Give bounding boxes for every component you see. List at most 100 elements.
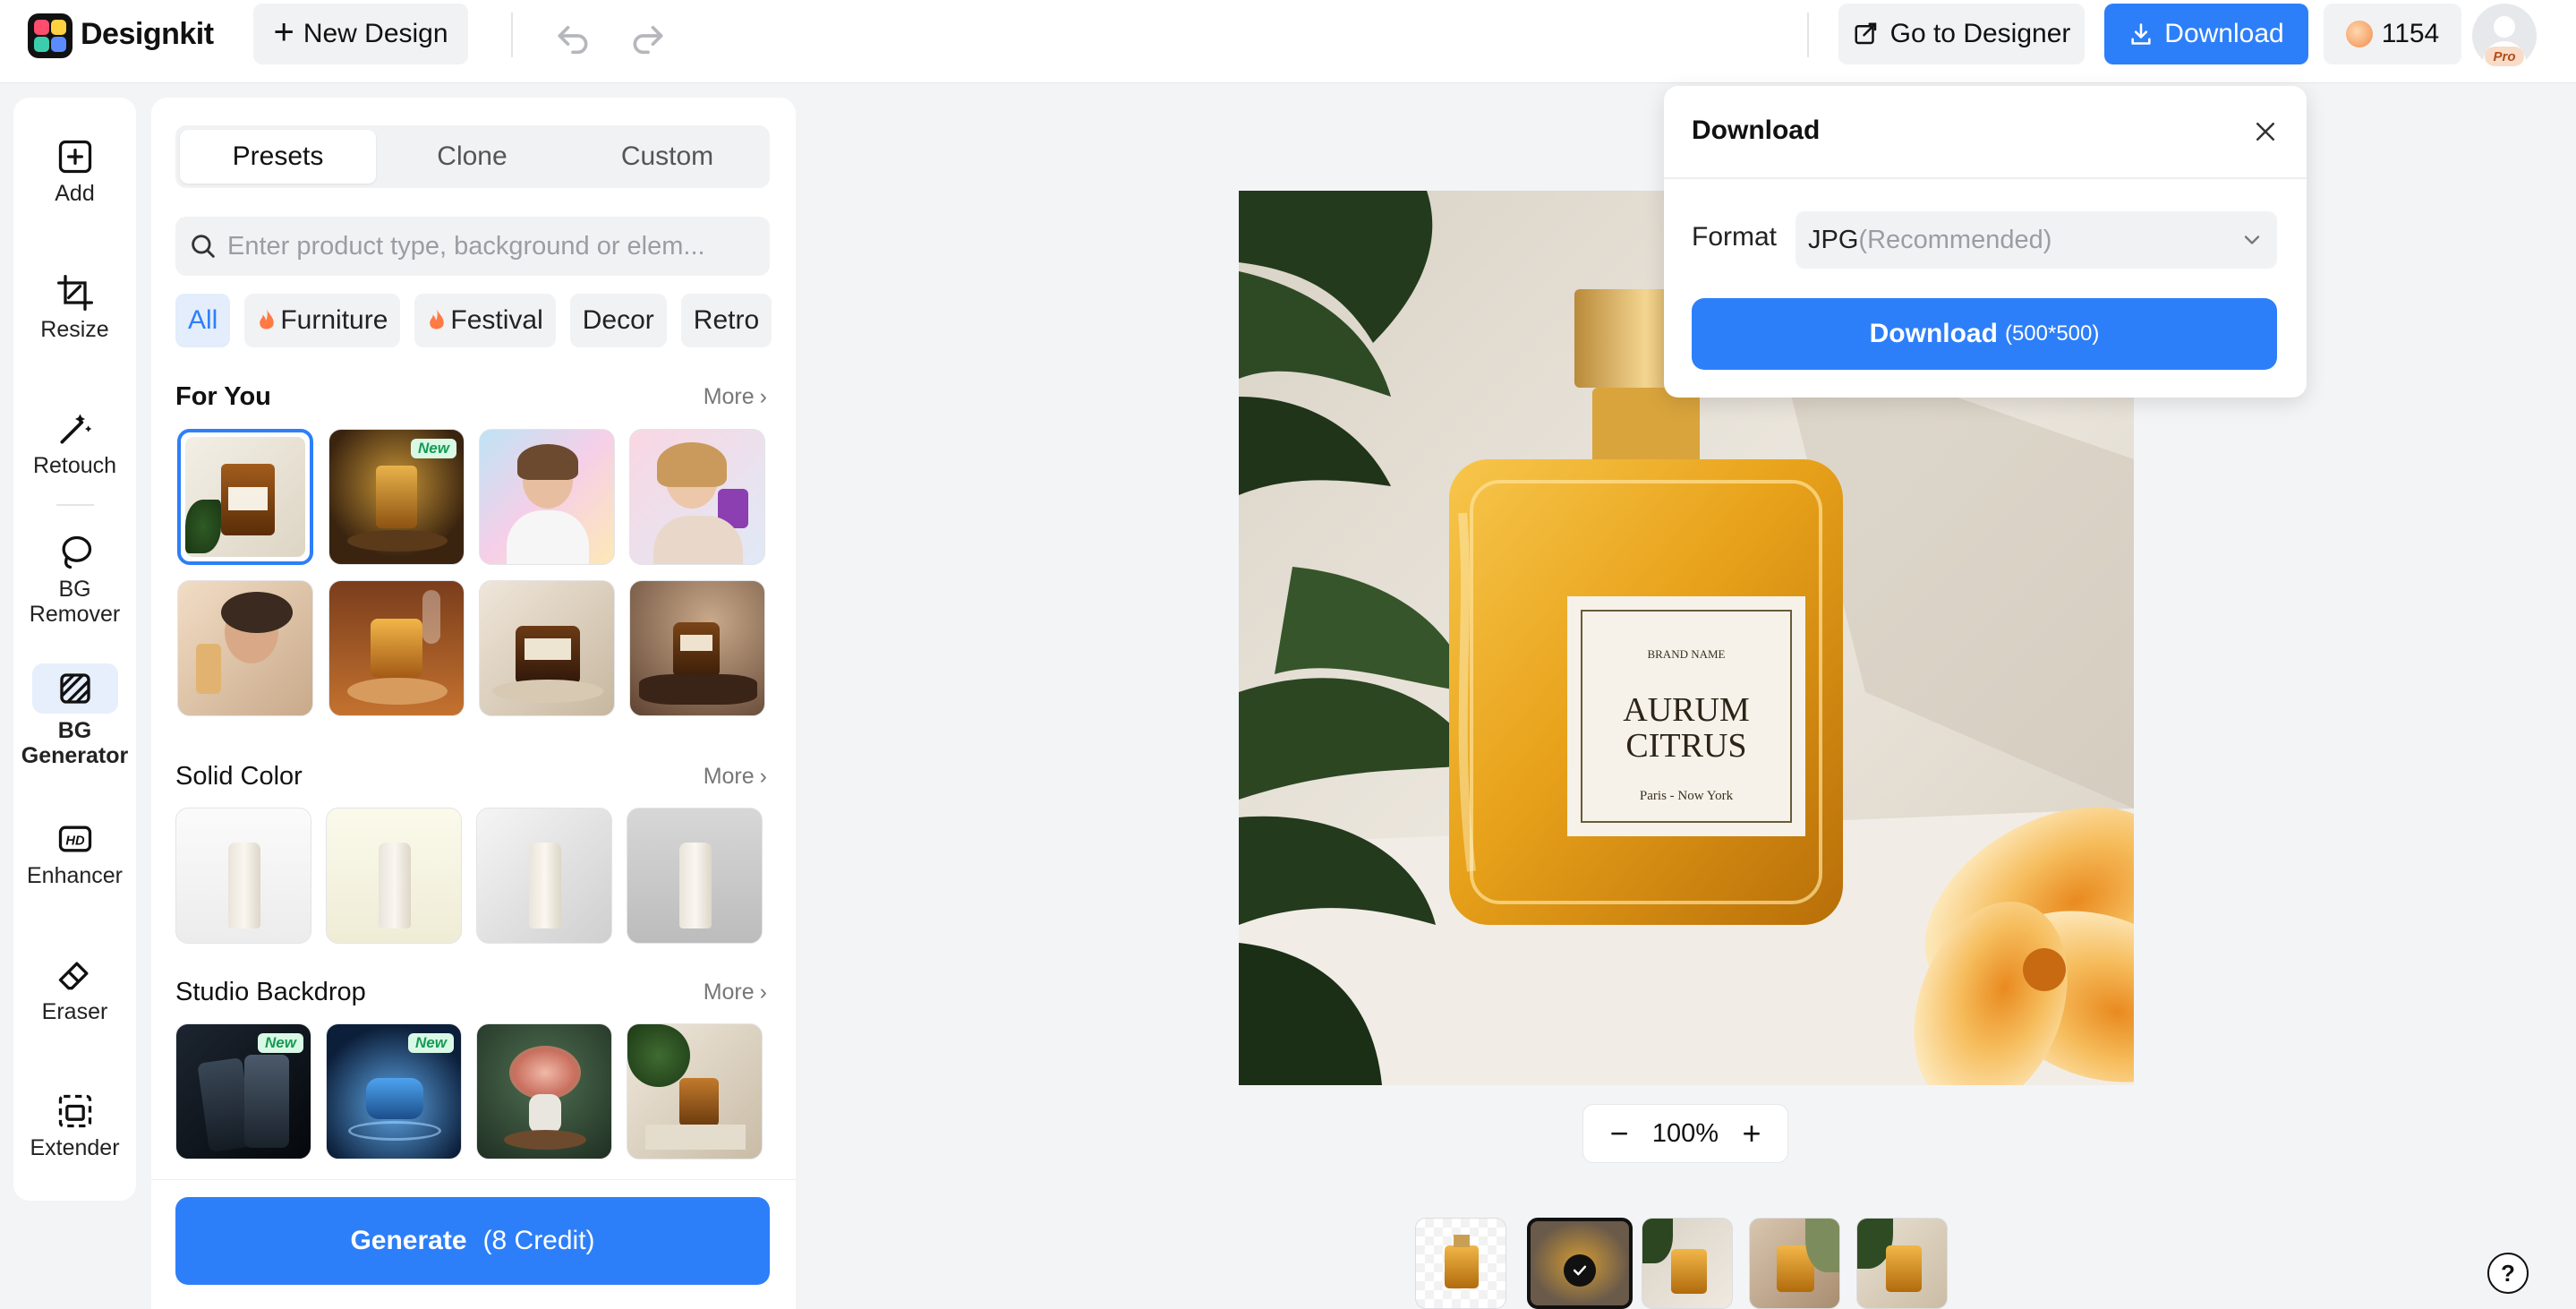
generate-credit: (8 Credit): [482, 1226, 595, 1255]
tool-extender[interactable]: Extender: [13, 1091, 136, 1161]
new-design-label: New Design: [303, 19, 448, 48]
tab-custom[interactable]: Custom: [569, 130, 765, 184]
add-square-icon: [58, 140, 91, 174]
more-link-studio-backdrop[interactable]: More ›: [704, 980, 767, 1005]
format-select[interactable]: JPG (Recommended): [1796, 211, 2277, 269]
preset-thumb[interactable]: [177, 429, 313, 565]
format-hint: (Recommended): [1858, 225, 2052, 254]
tool-label: Resize: [40, 317, 109, 342]
hd-icon: HD: [58, 826, 91, 852]
confirm-download-label: Download: [1869, 319, 1998, 348]
more-link-for-you[interactable]: More ›: [704, 384, 767, 410]
coin-icon: [2345, 21, 2373, 47]
tool-resize[interactable]: Resize: [13, 273, 136, 343]
divider: [511, 13, 513, 57]
hatched-square-icon: [59, 673, 90, 704]
generate-bar: Generate (8 Credit): [151, 1179, 796, 1309]
section-title-solid-color: Solid Color: [175, 762, 303, 791]
generate-label: Generate: [350, 1226, 467, 1255]
preset-thumb[interactable]: [326, 808, 462, 944]
preset-thumb[interactable]: [479, 580, 615, 716]
chip-label: Festival: [450, 305, 543, 335]
preset-thumb[interactable]: [627, 808, 763, 944]
preset-thumb[interactable]: [476, 808, 612, 944]
preset-thumb[interactable]: [629, 580, 765, 716]
zoom-out-icon[interactable]: −: [1603, 1117, 1635, 1150]
flame-icon: [430, 309, 445, 329]
preset-thumb[interactable]: New: [175, 1023, 311, 1159]
confirm-download-button[interactable]: Download (500*500): [1692, 298, 2277, 370]
zoom-control: − 100% +: [1582, 1104, 1788, 1163]
magic-wand-icon: [60, 414, 91, 444]
chip-label: Decor: [582, 305, 654, 335]
tab-presets[interactable]: Presets: [180, 130, 376, 184]
preset-thumb[interactable]: [627, 1023, 763, 1159]
search-icon: [192, 235, 215, 258]
top-bar: Designkit + New Design Go to Designer Do…: [0, 0, 2576, 83]
chip-label: Furniture: [280, 305, 388, 335]
svg-text:HD: HD: [65, 834, 85, 848]
preset-thumb[interactable]: New: [326, 1023, 462, 1159]
tool-label: Eraser: [41, 999, 108, 1024]
format-value: JPG: [1808, 225, 1859, 254]
more-label: More: [703, 384, 755, 409]
search-input[interactable]: [227, 217, 755, 276]
result-thumb[interactable]: [1856, 1218, 1948, 1309]
result-thumb-current[interactable]: [1527, 1218, 1633, 1309]
tool-bg-remover[interactable]: BG Remover: [13, 533, 136, 627]
preset-thumb[interactable]: [476, 1023, 612, 1159]
section-title-for-you: For You: [175, 382, 271, 411]
help-icon[interactable]: ?: [2487, 1253, 2529, 1294]
chip-decor[interactable]: Decor: [569, 294, 667, 347]
download-icon: [2131, 23, 2151, 45]
zoom-level: 100%: [1651, 1118, 1719, 1148]
tool-icon-wrap: [31, 663, 118, 714]
go-to-designer-button[interactable]: Go to Designer: [1838, 4, 2085, 64]
zoom-in-icon[interactable]: +: [1736, 1117, 1768, 1150]
preset-thumb[interactable]: [629, 429, 765, 565]
more-link-solid-color[interactable]: More ›: [704, 764, 767, 790]
chip-furniture[interactable]: Furniture: [244, 294, 401, 347]
result-thumb[interactable]: [1415, 1218, 1506, 1309]
tool-rail: Add Resize Retouch BG Remover BG Generat…: [13, 98, 136, 1201]
bottle-brand: BRAND NAME: [1647, 647, 1725, 661]
preset-thumb[interactable]: [328, 580, 465, 716]
preset-thumb[interactable]: [175, 808, 311, 944]
tool-eraser[interactable]: Eraser: [13, 955, 136, 1025]
undo-icon[interactable]: [553, 16, 593, 56]
chip-retro[interactable]: Retro: [680, 294, 772, 347]
redo-icon[interactable]: [628, 16, 668, 56]
preset-thumb[interactable]: New: [328, 429, 465, 565]
download-button[interactable]: Download: [2104, 4, 2308, 64]
tool-label: BG Generator: [21, 718, 129, 768]
chevron-right-icon: ›: [759, 980, 767, 1005]
tool-enhancer[interactable]: HD Enhancer: [13, 819, 136, 889]
go-to-designer-label: Go to Designer: [1889, 19, 2071, 48]
new-design-button[interactable]: + New Design: [253, 4, 468, 64]
credits-display[interactable]: 1154: [2324, 4, 2461, 64]
chip-festival[interactable]: Festival: [414, 294, 556, 347]
tool-add[interactable]: Add: [13, 137, 136, 207]
chip-all[interactable]: All: [175, 294, 231, 347]
download-popover: Download Format JPG (Recommended) Downloa…: [1664, 86, 2307, 398]
preset-thumb[interactable]: [177, 580, 313, 716]
tool-retouch[interactable]: Retouch: [13, 409, 136, 479]
tool-label: BG Remover: [29, 577, 121, 627]
tool-label: Extender: [30, 1135, 120, 1160]
preset-thumb[interactable]: [479, 429, 615, 565]
result-thumb[interactable]: [1749, 1218, 1840, 1309]
new-badge: New: [408, 1033, 454, 1053]
confirm-download-size: (500*500): [2004, 321, 2100, 346]
divider: [1664, 177, 2307, 179]
app-logo-icon: [28, 13, 73, 58]
tab-clone[interactable]: Clone: [374, 130, 570, 184]
tool-label: Enhancer: [26, 863, 124, 888]
result-thumb[interactable]: [1642, 1218, 1733, 1309]
generate-button[interactable]: Generate (8 Credit): [175, 1197, 770, 1285]
plus-icon: +: [273, 13, 294, 52]
close-icon[interactable]: [2252, 118, 2279, 145]
chevron-right-icon: ›: [759, 764, 767, 789]
pro-badge: Pro: [2485, 47, 2524, 66]
check-icon: [1564, 1254, 1596, 1287]
tool-bg-generator[interactable]: BG Generator: [13, 663, 136, 768]
